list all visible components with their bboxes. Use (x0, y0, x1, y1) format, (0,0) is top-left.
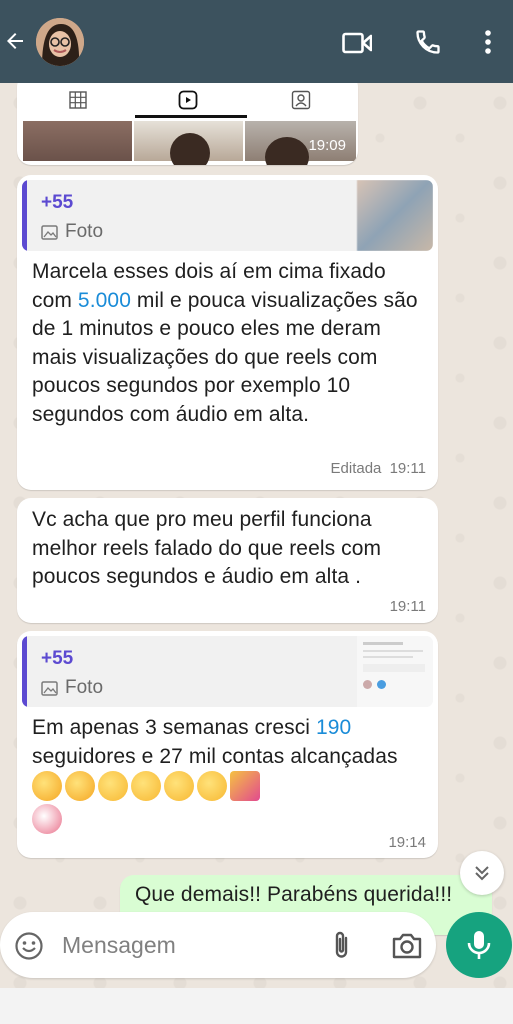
message-time: 19:09 (308, 137, 346, 154)
message-input[interactable]: Mensagem (62, 932, 176, 959)
quote-type: Foto (41, 221, 103, 243)
number-link[interactable]: 5.000 (78, 289, 131, 312)
double-chevron-down-icon (475, 866, 489, 881)
tagged-icon (291, 90, 311, 115)
quote-sender: +55 (41, 192, 74, 213)
number-link[interactable]: 190 (316, 716, 351, 739)
emoji-partying-face (32, 771, 62, 801)
message-time: 19:14 (388, 834, 426, 851)
quote-thumbnail (357, 636, 433, 707)
video-camera-icon[interactable] (338, 24, 376, 62)
more-vertical-icon[interactable] (474, 24, 502, 60)
chat-header (0, 0, 513, 83)
message-time: 19:11 (389, 598, 426, 615)
message-input-bar[interactable]: Mensagem (0, 912, 436, 978)
reels-icon (178, 90, 198, 115)
emoji-icon[interactable] (14, 931, 44, 966)
quote-type: Foto (41, 677, 103, 699)
grid-icon (69, 91, 87, 114)
emoji-star-struck (164, 771, 194, 801)
emoji-pleading-face (131, 771, 161, 801)
message-text: Em apenas 3 semanas cresci 190 seguidore… (32, 714, 428, 836)
phone-icon[interactable] (410, 24, 446, 60)
incoming-message[interactable]: Vc acha que pro meu perfil funciona melh… (17, 498, 438, 623)
incoming-message[interactable]: +55 Foto Marcela esses dois aí em cima f… (17, 175, 438, 490)
quote-sender: +55 (41, 648, 74, 669)
camera-icon[interactable] (391, 932, 423, 965)
message-text: Que demais!! Parabéns querida!!! (135, 883, 453, 906)
emoji-party-popper (230, 771, 260, 801)
microphone-button[interactable] (446, 912, 512, 978)
paperclip-icon[interactable] (330, 930, 354, 967)
arrow-left-icon[interactable] (0, 24, 30, 58)
profile-tabs (23, 83, 356, 119)
reel-thumbnail (134, 121, 243, 165)
chat-area[interactable]: 19:09 +55 Foto Marcela esses dois aí em … (0, 83, 513, 988)
reels-preview-bubble[interactable]: 19:09 (17, 83, 358, 165)
system-nav-area (0, 988, 513, 1024)
message-text: Marcela esses dois aí em cima fixado com… (32, 260, 418, 426)
microphone-icon (467, 931, 491, 959)
message-meta: Editada 19:11 (331, 460, 426, 477)
quote-thumbnail (357, 180, 433, 251)
emoji-confetti-ball (32, 803, 62, 834)
quoted-photo[interactable]: +55 Foto (22, 636, 433, 707)
contact-avatar[interactable] (36, 18, 84, 66)
emoji-partying-face (65, 771, 95, 801)
scroll-down-button[interactable] (460, 851, 504, 895)
image-icon (41, 224, 58, 240)
emoji-star-struck (197, 771, 227, 801)
quoted-photo[interactable]: +55 Foto (22, 180, 433, 251)
image-icon (41, 680, 58, 696)
message-text: Vc acha que pro meu perfil funciona melh… (32, 508, 382, 588)
incoming-message[interactable]: +55 Foto Em apenas 3 semanas cresci 190 … (17, 631, 438, 858)
reel-thumbnail (23, 121, 132, 161)
message-time: 19:11 (389, 460, 426, 477)
edited-label: Editada (330, 460, 382, 477)
emoji-pleading-face (98, 771, 128, 801)
